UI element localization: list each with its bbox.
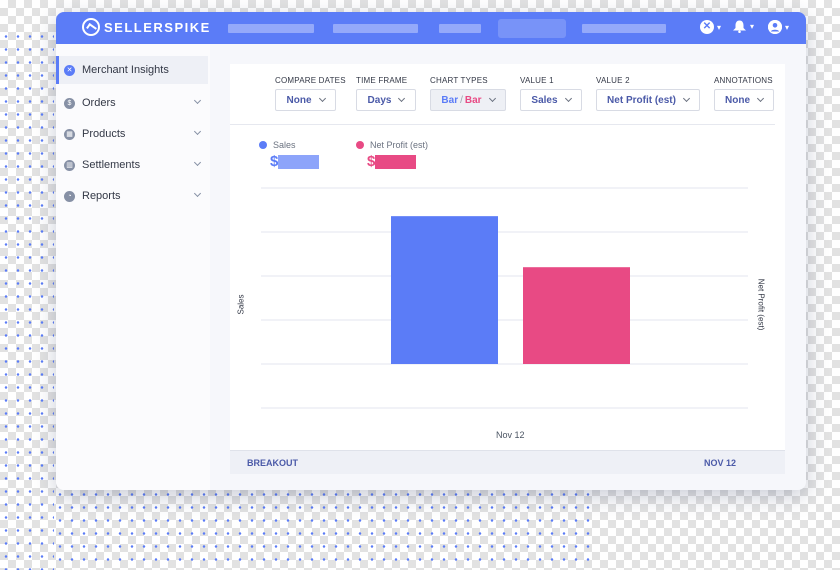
sidebar-item-label: Reports	[82, 190, 121, 202]
nav-link-1[interactable]	[228, 24, 314, 33]
breakout-date: NOV 12	[704, 458, 737, 468]
logo[interactable]: SELLERSPIKE	[82, 18, 211, 36]
user-icon	[768, 20, 782, 34]
sidebar-item-label: Settlements	[82, 159, 141, 171]
bell-icon	[732, 20, 747, 34]
top-navbar: SELLERSPIKE ✕ ▾ ▾ ▾	[56, 12, 806, 44]
breakout-footer: BREAKOUT NOV 12	[230, 450, 785, 474]
brand-name: SELLERSPIKE	[104, 19, 211, 35]
sidebar-item-settlements[interactable]: ▥ Settlements	[56, 151, 208, 179]
bar-sales[interactable]	[391, 216, 498, 364]
notifications-menu[interactable]: ▾	[732, 20, 755, 34]
x-tick-label: Nov 12	[496, 430, 525, 440]
reports-icon: ◔	[64, 190, 75, 202]
settlements-icon: ▥	[64, 159, 75, 171]
sidebar-item-merchant-insights[interactable]: ✕ Merchant Insights	[56, 56, 208, 84]
dollar-icon: $	[64, 97, 75, 109]
sidebar-item-label: Products	[82, 128, 126, 140]
chevron-down-icon	[193, 127, 202, 136]
dot-pattern-left	[0, 30, 54, 570]
app-window: SELLERSPIKE ✕ ▾ ▾ ▾ ✕ Merchant Insights	[56, 12, 806, 490]
chevron-down-icon: ▾	[717, 22, 722, 32]
sidebar-item-label: Merchant Insights	[82, 64, 169, 76]
chevron-down-icon: ▾	[750, 22, 755, 31]
bar-chart	[261, 187, 748, 409]
nav-link-active[interactable]	[498, 19, 566, 38]
close-circle-menu[interactable]: ✕ ▾	[700, 20, 721, 34]
y-axis-left-label: Sales	[236, 294, 246, 315]
nav-link-5[interactable]	[582, 24, 666, 33]
chevron-down-icon: ▾	[785, 22, 790, 32]
sidebar-item-products[interactable]: ▦ Products	[56, 120, 208, 148]
sidebar-item-label: Orders	[82, 97, 116, 109]
close-circle-icon: ✕	[700, 20, 714, 34]
sidebar: ✕ Merchant Insights $ Orders ▦ Products …	[56, 44, 210, 490]
insights-icon: ✕	[64, 64, 75, 76]
chevron-down-icon	[193, 158, 202, 167]
sidebar-item-reports[interactable]: ◔ Reports	[56, 182, 208, 210]
user-menu[interactable]: ▾	[768, 20, 789, 34]
bar-net-profit-est[interactable]	[523, 267, 630, 364]
chart-panel: COMPARE DATES None TIME FRAME Days CHART…	[230, 64, 785, 474]
breakout-label[interactable]: BREAKOUT	[247, 458, 298, 468]
chevron-down-icon	[193, 189, 202, 198]
chevron-down-icon	[193, 96, 202, 105]
products-icon: ▦	[64, 128, 75, 140]
nav-link-3[interactable]	[439, 24, 481, 33]
sidebar-item-orders[interactable]: $ Orders	[56, 89, 208, 117]
nav-link-2[interactable]	[333, 24, 418, 33]
y-axis-right-label: Net Profit (est)	[756, 278, 766, 331]
dot-pattern-bottom	[54, 488, 594, 570]
logo-mark-icon	[82, 18, 100, 36]
